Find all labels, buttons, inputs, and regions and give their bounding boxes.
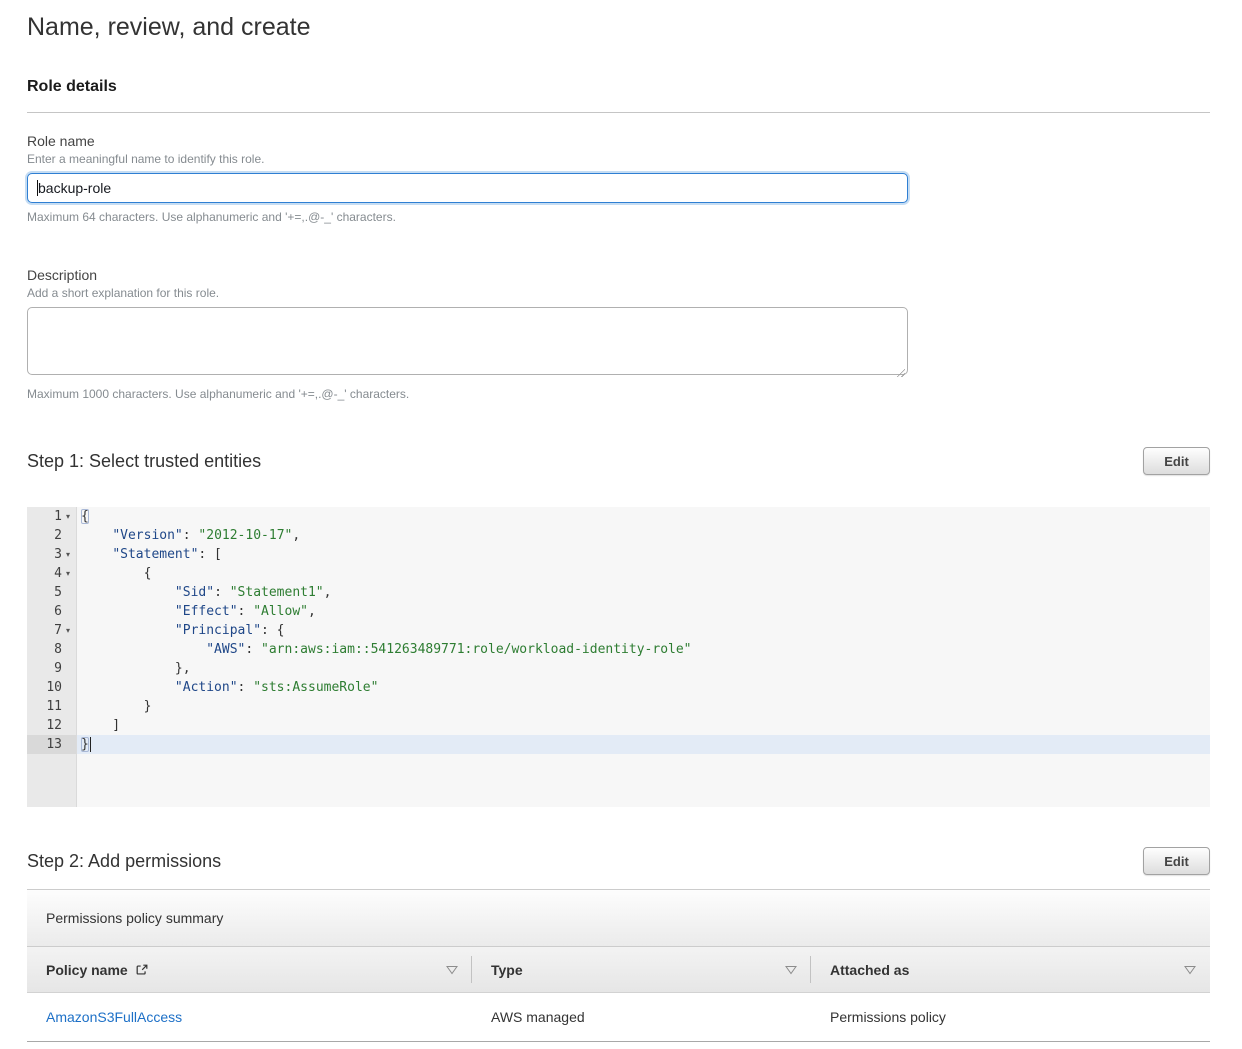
page-container: Name, review, and create Role details Ro… (27, 12, 1210, 1042)
role-name-value: backup-role (38, 180, 111, 196)
policy-name-column-label: Policy name (46, 962, 128, 978)
fold-arrow-icon[interactable]: ▾ (62, 545, 74, 564)
sort-icon (785, 965, 797, 975)
policy-table-header: Policy name Type (27, 947, 1210, 993)
fold-arrow-icon[interactable]: ▾ (62, 507, 74, 526)
step1-heading: Step 1: Select trusted entities (27, 451, 261, 472)
code-line[interactable]: "Statement": [ (77, 545, 1210, 564)
policy-name-cell: AmazonS3FullAccess (27, 1009, 472, 1025)
trust-policy-editor[interactable]: 1▾2▾3▾4▾5▾6▾7▾8▾9▾10▾11▾12▾13▾ { "Versio… (27, 507, 1210, 807)
attached-as-column-label: Attached as (830, 962, 909, 978)
code-line[interactable]: } (77, 697, 1210, 716)
code-line[interactable]: } (77, 735, 1210, 754)
description-constraint: Maximum 1000 characters. Use alphanumeri… (27, 387, 1210, 401)
column-header-type[interactable]: Type (472, 947, 811, 992)
description-label: Description (27, 267, 1210, 283)
code-line[interactable]: "Action": "sts:AssumeRole" (77, 678, 1210, 697)
editor-caret (90, 737, 91, 752)
sort-icon (1184, 965, 1196, 975)
code-line[interactable]: "Effect": "Allow", (77, 602, 1210, 621)
policy-name-link[interactable]: AmazonS3FullAccess (46, 1009, 182, 1025)
role-name-field: Role name Enter a meaningful name to ide… (27, 133, 1210, 224)
editor-gutter: 1▾2▾3▾4▾5▾6▾7▾8▾9▾10▾11▾12▾13▾ (27, 507, 77, 807)
description-help: Add a short explanation for this role. (27, 286, 1210, 300)
section-divider (27, 112, 1210, 113)
code-line[interactable]: "Version": "2012-10-17", (77, 526, 1210, 545)
code-line[interactable]: }, (77, 659, 1210, 678)
step2-header-row: Step 2: Add permissions Edit (27, 847, 1210, 875)
page-title: Name, review, and create (27, 12, 1210, 42)
code-line[interactable]: ] (77, 716, 1210, 735)
fold-arrow-icon[interactable]: ▾ (62, 564, 74, 583)
fold-arrow-icon[interactable]: ▾ (62, 621, 74, 640)
table-row: AmazonS3FullAccess AWS managed Permissio… (27, 993, 1210, 1042)
description-textarea[interactable] (27, 307, 908, 375)
description-field: Description Add a short explanation for … (27, 267, 1210, 401)
policy-type-cell: AWS managed (472, 1009, 811, 1025)
editor-code[interactable]: { "Version": "2012-10-17", "Statement": … (77, 507, 1210, 807)
attached-as-cell: Permissions policy (811, 1009, 1210, 1025)
step2-edit-button[interactable]: Edit (1143, 847, 1210, 875)
role-name-constraint: Maximum 64 characters. Use alphanumeric … (27, 210, 1210, 224)
code-line[interactable]: { (77, 507, 1210, 526)
external-link-icon (135, 963, 149, 977)
permissions-panel: Permissions policy summary Policy name (27, 889, 1210, 1042)
step1-edit-button[interactable]: Edit (1143, 447, 1210, 475)
step2-heading: Step 2: Add permissions (27, 851, 221, 872)
permissions-panel-title: Permissions policy summary (27, 889, 1210, 947)
role-name-label: Role name (27, 133, 1210, 149)
step1-header-row: Step 1: Select trusted entities Edit (27, 447, 1210, 475)
code-line[interactable]: "Sid": "Statement1", (77, 583, 1210, 602)
column-header-attached-as[interactable]: Attached as (811, 947, 1210, 992)
sort-icon (446, 965, 458, 975)
code-line[interactable]: "Principal": { (77, 621, 1210, 640)
type-column-label: Type (491, 962, 523, 978)
code-line[interactable]: "AWS": "arn:aws:iam::541263489771:role/w… (77, 640, 1210, 659)
code-line[interactable]: { (77, 564, 1210, 583)
column-header-policy-name[interactable]: Policy name (27, 947, 472, 992)
role-name-help: Enter a meaningful name to identify this… (27, 152, 1210, 166)
role-details-heading: Role details (27, 78, 1210, 96)
role-name-input[interactable]: backup-role (27, 173, 908, 203)
